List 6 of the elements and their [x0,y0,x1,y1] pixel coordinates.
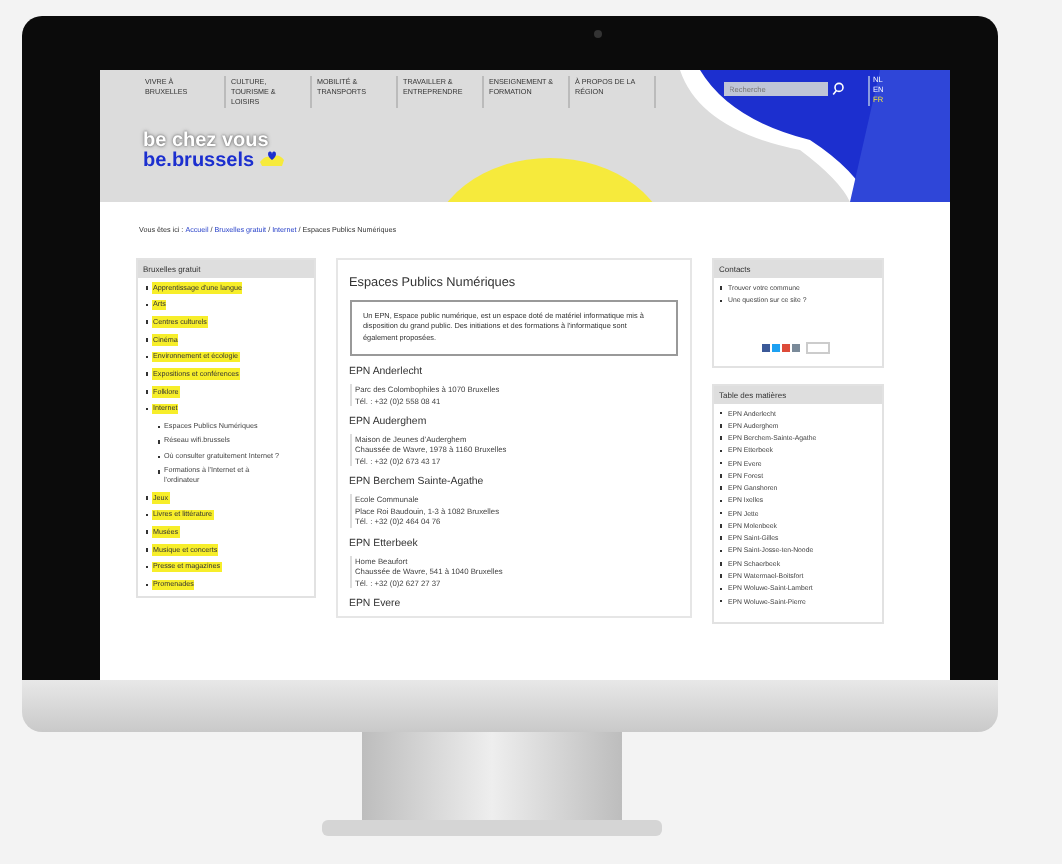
logo-text: be.brussels [143,151,255,170]
share-counter-box [805,341,829,354]
logo-tagline: be chez vous [143,132,269,151]
search-icon[interactable] [831,82,843,96]
heart-logo-icon [259,150,283,166]
camera-icon [593,30,601,38]
